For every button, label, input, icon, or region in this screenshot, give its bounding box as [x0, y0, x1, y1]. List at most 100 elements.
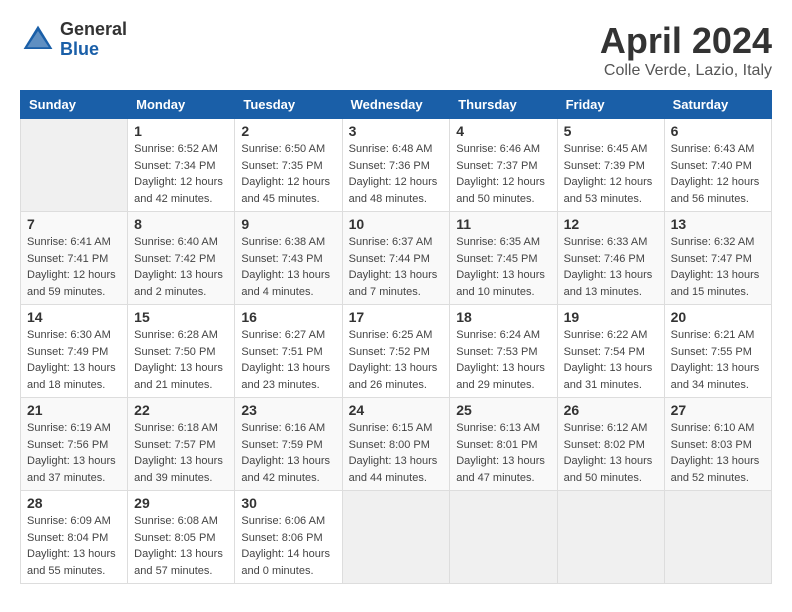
location: Colle Verde, Lazio, Italy	[600, 62, 772, 80]
page-header: General Blue April 2024 Colle Verde, Laz…	[20, 20, 772, 80]
day-number: 13	[671, 216, 765, 232]
calendar-cell: 10 Sunrise: 6:37 AM Sunset: 7:44 PM Dayli…	[342, 212, 450, 305]
weekday-header-tuesday: Tuesday	[235, 91, 342, 119]
calendar-cell: 2 Sunrise: 6:50 AM Sunset: 7:35 PM Daylig…	[235, 119, 342, 212]
day-number: 12	[564, 216, 658, 232]
calendar-cell: 27 Sunrise: 6:10 AM Sunset: 8:03 PM Dayli…	[664, 398, 771, 491]
day-info: Sunrise: 6:12 AM Sunset: 8:02 PM Dayligh…	[564, 420, 658, 486]
day-number: 9	[241, 216, 335, 232]
calendar-cell: 3 Sunrise: 6:48 AM Sunset: 7:36 PM Daylig…	[342, 119, 450, 212]
calendar-cell: 28Sunrise: 6:09 AM Sunset: 8:04 PM Dayli…	[21, 491, 128, 584]
day-info: Sunrise: 6:10 AM Sunset: 8:03 PM Dayligh…	[671, 420, 765, 486]
day-number: 28	[27, 495, 121, 511]
day-number: 10	[349, 216, 444, 232]
calendar-cell: 18 Sunrise: 6:24 AM Sunset: 7:53 PM Dayli…	[450, 305, 557, 398]
calendar-cell: 13 Sunrise: 6:32 AM Sunset: 7:47 PM Dayli…	[664, 212, 771, 305]
calendar-cell: 19Sunrise: 6:22 AM Sunset: 7:54 PM Dayli…	[557, 305, 664, 398]
weekday-header-saturday: Saturday	[664, 91, 771, 119]
day-info: Sunrise: 6:16 AM Sunset: 7:59 PM Dayligh…	[241, 420, 335, 486]
day-info: Sunrise: 6:40 AM Sunset: 7:42 PM Dayligh…	[134, 234, 228, 300]
calendar-cell: 12 Sunrise: 6:33 AM Sunset: 7:46 PM Dayli…	[557, 212, 664, 305]
day-info: Sunrise: 6:43 AM Sunset: 7:40 PM Dayligh…	[671, 141, 765, 207]
day-info: Sunrise: 6:33 AM Sunset: 7:46 PM Dayligh…	[564, 234, 658, 300]
week-row-2: 7 Sunrise: 6:41 AM Sunset: 7:41 PM Daylig…	[21, 212, 772, 305]
day-number: 11	[456, 216, 550, 232]
calendar-cell: 21Sunrise: 6:19 AM Sunset: 7:56 PM Dayli…	[21, 398, 128, 491]
day-number: 3	[349, 123, 444, 139]
day-number: 7	[27, 216, 121, 232]
day-number: 4	[456, 123, 550, 139]
month-title: April 2024	[600, 20, 772, 62]
day-info: Sunrise: 6:48 AM Sunset: 7:36 PM Dayligh…	[349, 141, 444, 207]
calendar-cell: 22 Sunrise: 6:18 AM Sunset: 7:57 PM Dayli…	[128, 398, 235, 491]
day-info: Sunrise: 6:06 AM Sunset: 8:06 PM Dayligh…	[241, 513, 335, 579]
week-row-1: 1 Sunrise: 6:52 AM Sunset: 7:34 PM Daylig…	[21, 119, 772, 212]
calendar-cell: 7 Sunrise: 6:41 AM Sunset: 7:41 PM Daylig…	[21, 212, 128, 305]
calendar-cell	[21, 119, 128, 212]
day-number: 23	[241, 402, 335, 418]
day-info: Sunrise: 6:27 AM Sunset: 7:51 PM Dayligh…	[241, 327, 335, 393]
day-info: Sunrise: 6:35 AM Sunset: 7:45 PM Dayligh…	[456, 234, 550, 300]
calendar-cell: 15Sunrise: 6:28 AM Sunset: 7:50 PM Dayli…	[128, 305, 235, 398]
day-number: 29	[134, 495, 228, 511]
day-number: 2	[241, 123, 335, 139]
calendar-cell	[342, 491, 450, 584]
day-number: 16	[241, 309, 335, 325]
week-row-5: 28Sunrise: 6:09 AM Sunset: 8:04 PM Dayli…	[21, 491, 772, 584]
day-number: 5	[564, 123, 658, 139]
logo-blue: Blue	[60, 40, 127, 60]
calendar-cell	[450, 491, 557, 584]
calendar-cell: 24Sunrise: 6:15 AM Sunset: 8:00 PM Dayli…	[342, 398, 450, 491]
day-number: 27	[671, 402, 765, 418]
day-number: 20	[671, 309, 765, 325]
calendar-cell: 25 Sunrise: 6:13 AM Sunset: 8:01 PM Dayli…	[450, 398, 557, 491]
weekday-header-thursday: Thursday	[450, 91, 557, 119]
day-info: Sunrise: 6:46 AM Sunset: 7:37 PM Dayligh…	[456, 141, 550, 207]
calendar-cell: 4 Sunrise: 6:46 AM Sunset: 7:37 PM Daylig…	[450, 119, 557, 212]
calendar-cell: 16 Sunrise: 6:27 AM Sunset: 7:51 PM Dayli…	[235, 305, 342, 398]
logo: General Blue	[20, 20, 127, 60]
weekday-header-sunday: Sunday	[21, 91, 128, 119]
weekday-header-monday: Monday	[128, 91, 235, 119]
logo-general: General	[60, 20, 127, 40]
day-number: 8	[134, 216, 228, 232]
day-info: Sunrise: 6:52 AM Sunset: 7:34 PM Dayligh…	[134, 141, 228, 207]
day-info: Sunrise: 6:24 AM Sunset: 7:53 PM Dayligh…	[456, 327, 550, 393]
day-number: 18	[456, 309, 550, 325]
day-number: 22	[134, 402, 228, 418]
day-info: Sunrise: 6:13 AM Sunset: 8:01 PM Dayligh…	[456, 420, 550, 486]
day-number: 26	[564, 402, 658, 418]
weekday-header-row: SundayMondayTuesdayWednesdayThursdayFrid…	[21, 91, 772, 119]
day-info: Sunrise: 6:32 AM Sunset: 7:47 PM Dayligh…	[671, 234, 765, 300]
day-number: 6	[671, 123, 765, 139]
day-info: Sunrise: 6:45 AM Sunset: 7:39 PM Dayligh…	[564, 141, 658, 207]
day-info: Sunrise: 6:50 AM Sunset: 7:35 PM Dayligh…	[241, 141, 335, 207]
week-row-3: 14 Sunrise: 6:30 AM Sunset: 7:49 PM Dayli…	[21, 305, 772, 398]
calendar-cell: 11 Sunrise: 6:35 AM Sunset: 7:45 PM Dayli…	[450, 212, 557, 305]
calendar-cell: 29 Sunrise: 6:08 AM Sunset: 8:05 PM Dayli…	[128, 491, 235, 584]
day-info: Sunrise: 6:30 AM Sunset: 7:49 PM Dayligh…	[27, 327, 121, 393]
day-number: 17	[349, 309, 444, 325]
day-info: Sunrise: 6:19 AM Sunset: 7:56 PM Dayligh…	[27, 420, 121, 486]
calendar-cell	[664, 491, 771, 584]
day-number: 25	[456, 402, 550, 418]
day-number: 1	[134, 123, 228, 139]
day-info: Sunrise: 6:25 AM Sunset: 7:52 PM Dayligh…	[349, 327, 444, 393]
day-info: Sunrise: 6:38 AM Sunset: 7:43 PM Dayligh…	[241, 234, 335, 300]
calendar-cell: 23 Sunrise: 6:16 AM Sunset: 7:59 PM Dayli…	[235, 398, 342, 491]
day-number: 14	[27, 309, 121, 325]
title-block: April 2024 Colle Verde, Lazio, Italy	[600, 20, 772, 80]
calendar-cell: 6 Sunrise: 6:43 AM Sunset: 7:40 PM Daylig…	[664, 119, 771, 212]
week-row-4: 21Sunrise: 6:19 AM Sunset: 7:56 PM Dayli…	[21, 398, 772, 491]
logo-text: General Blue	[60, 20, 127, 60]
day-info: Sunrise: 6:18 AM Sunset: 7:57 PM Dayligh…	[134, 420, 228, 486]
day-info: Sunrise: 6:41 AM Sunset: 7:41 PM Dayligh…	[27, 234, 121, 300]
calendar-cell: 1 Sunrise: 6:52 AM Sunset: 7:34 PM Daylig…	[128, 119, 235, 212]
day-info: Sunrise: 6:37 AM Sunset: 7:44 PM Dayligh…	[349, 234, 444, 300]
calendar-cell: 14 Sunrise: 6:30 AM Sunset: 7:49 PM Dayli…	[21, 305, 128, 398]
calendar: SundayMondayTuesdayWednesdayThursdayFrid…	[20, 90, 772, 584]
calendar-cell: 17 Sunrise: 6:25 AM Sunset: 7:52 PM Dayli…	[342, 305, 450, 398]
calendar-cell: 20Sunrise: 6:21 AM Sunset: 7:55 PM Dayli…	[664, 305, 771, 398]
calendar-cell: 9 Sunrise: 6:38 AM Sunset: 7:43 PM Daylig…	[235, 212, 342, 305]
day-info: Sunrise: 6:08 AM Sunset: 8:05 PM Dayligh…	[134, 513, 228, 579]
